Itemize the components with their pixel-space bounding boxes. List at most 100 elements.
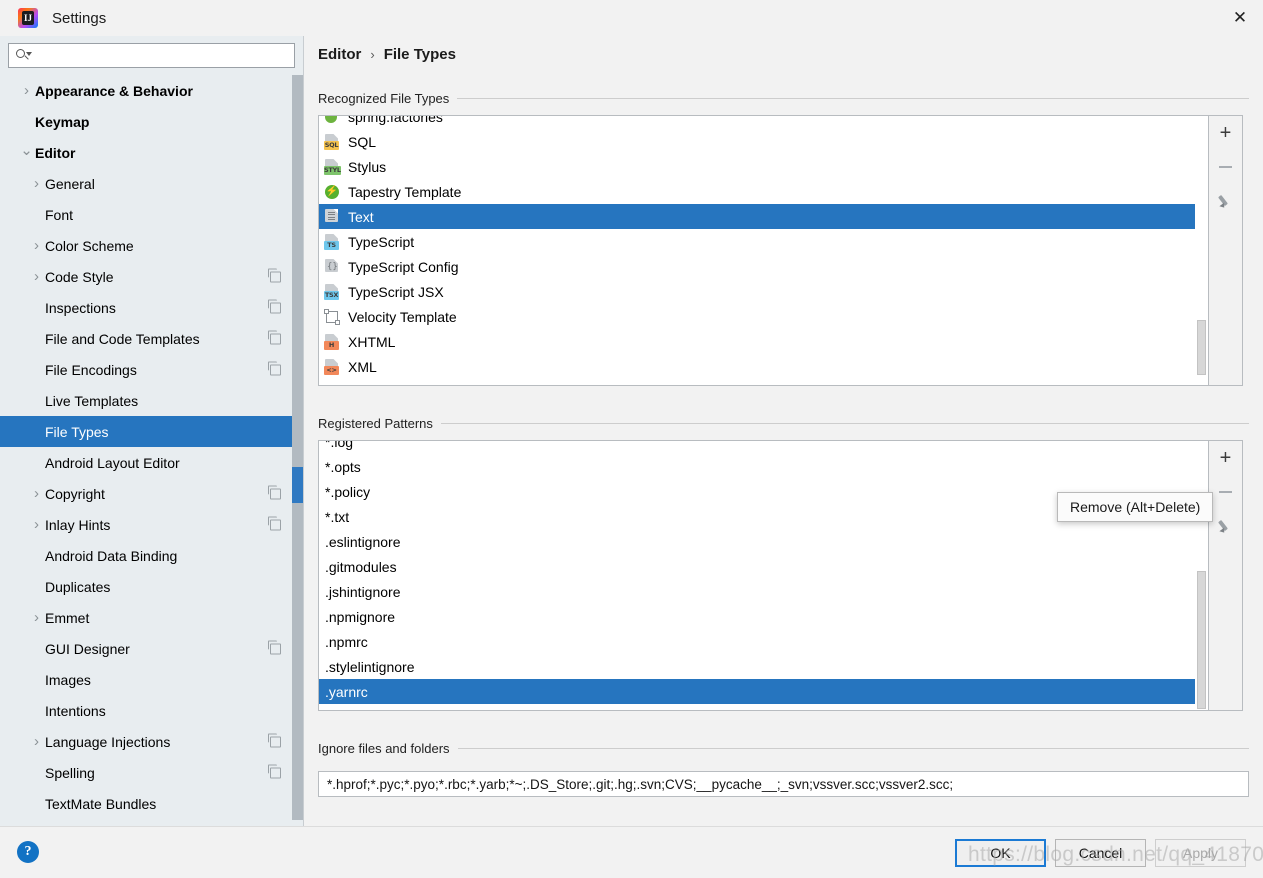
recognized-add-button[interactable]: + [1209, 116, 1242, 150]
recognized-scrollbar-track[interactable] [1195, 116, 1208, 385]
copy-settings-icon[interactable] [267, 361, 281, 375]
sidebar-scrollbar-thumb-lower[interactable] [292, 503, 303, 820]
sidebar-item-android-data-binding[interactable]: Android Data Binding [0, 540, 303, 571]
sidebar-item-keymap[interactable]: Keymap [0, 106, 303, 137]
search-box[interactable] [8, 43, 295, 68]
copy-settings-icon[interactable] [267, 516, 281, 530]
chevron-right-icon[interactable]: › [28, 268, 45, 285]
chevron-right-icon[interactable]: › [28, 609, 45, 626]
pattern-row[interactable]: .npmrc [319, 629, 1208, 654]
ignore-files-input[interactable] [327, 776, 1240, 792]
sidebar-item-label: File Types [45, 423, 109, 440]
sidebar-item-code-style[interactable]: › Code Style [0, 261, 303, 292]
copy-settings-icon[interactable] [267, 485, 281, 499]
file-type-row[interactable]: ⚡ Tapestry Template [319, 179, 1208, 204]
ok-button[interactable]: OK [955, 839, 1046, 867]
copy-settings-icon[interactable] [267, 299, 281, 313]
close-icon[interactable]: ✕ [1217, 0, 1263, 36]
sidebar-item-font[interactable]: Font [0, 199, 303, 230]
file-type-row[interactable]: Text [319, 204, 1208, 229]
chevron-right-icon[interactable]: › [28, 237, 45, 254]
registered-patterns-label: Registered Patterns [318, 416, 441, 431]
sidebar-item-language-injections[interactable]: › Language Injections [0, 726, 303, 757]
cancel-button[interactable]: Cancel [1055, 839, 1146, 867]
search-input[interactable] [29, 45, 294, 66]
ignore-files-field[interactable] [318, 771, 1249, 797]
chevron-down-icon[interactable]: ⌄ [18, 141, 35, 159]
pattern-row[interactable]: *.log [319, 441, 1208, 454]
breadcrumb-parent[interactable]: Editor [318, 46, 361, 63]
file-type-label: Tapestry Template [348, 183, 462, 200]
recognized-toolbar: + [1209, 115, 1243, 386]
file-type-label: Text [348, 208, 374, 225]
pattern-label: *.opts [325, 458, 361, 475]
pattern-row[interactable]: .npmignore [319, 604, 1208, 629]
file-type-row[interactable]: TS TypeScript [319, 229, 1208, 254]
file-type-row[interactable]: {} TypeScript Config [319, 254, 1208, 279]
sidebar-item-appearance-behavior[interactable]: › Appearance & Behavior [0, 75, 303, 106]
chevron-right-icon[interactable]: › [28, 516, 45, 533]
pattern-row[interactable]: *.opts [319, 454, 1208, 479]
file-type-row[interactable]: ★ spring.factories [319, 115, 1208, 129]
file-type-row[interactable]: STYL Stylus [319, 154, 1208, 179]
copy-settings-icon[interactable] [267, 268, 281, 282]
copy-settings-icon[interactable] [267, 640, 281, 654]
file-type-row[interactable]: Velocity Template [319, 304, 1208, 329]
recognized-file-types-list[interactable]: ★ spring.factories SQL SQL STYL Stylus ⚡ Tapest… [318, 115, 1209, 386]
patterns-scrollbar-thumb[interactable] [1197, 571, 1206, 709]
sidebar-item-inspections[interactable]: Inspections [0, 292, 303, 323]
apply-button[interactable]: Apply [1155, 839, 1246, 867]
pencil-icon [1217, 518, 1234, 535]
file-type-label: XML [348, 358, 377, 375]
sidebar-item-images[interactable]: Images [0, 664, 303, 695]
copy-settings-icon[interactable] [267, 764, 281, 778]
pattern-row[interactable]: .eslintignore [319, 529, 1208, 554]
sidebar-item-duplicates[interactable]: Duplicates [0, 571, 303, 602]
file-type-row[interactable]: <> XML [319, 354, 1208, 379]
sidebar-item-label: Appearance & Behavior [35, 82, 193, 99]
sidebar-item-emmet[interactable]: › Emmet [0, 602, 303, 633]
sidebar-item-live-templates[interactable]: Live Templates [0, 385, 303, 416]
chevron-right-icon[interactable]: › [28, 733, 45, 750]
sidebar-scrollbar-thumb[interactable] [292, 75, 303, 467]
sidebar-item-android-layout-editor[interactable]: Android Layout Editor [0, 447, 303, 478]
recognized-edit-button[interactable] [1209, 184, 1242, 218]
sidebar-item-inlay-hints[interactable]: › Inlay Hints [0, 509, 303, 540]
sidebar-item-file-types[interactable]: File Types [0, 416, 303, 447]
recognized-scrollbar-thumb[interactable] [1197, 320, 1206, 375]
sidebar-item-copyright[interactable]: › Copyright [0, 478, 303, 509]
recognized-remove-button[interactable] [1209, 150, 1242, 184]
sidebar-item-spelling[interactable]: Spelling [0, 757, 303, 788]
sidebar-item-color-scheme[interactable]: › Color Scheme [0, 230, 303, 261]
patterns-add-button[interactable]: + [1209, 441, 1242, 475]
pattern-row[interactable]: .yarnrc [319, 679, 1208, 704]
pattern-row[interactable]: .jshintignore [319, 579, 1208, 604]
sidebar-item-file-and-code-templates[interactable]: File and Code Templates [0, 323, 303, 354]
sidebar-item-intentions[interactable]: Intentions [0, 695, 303, 726]
sidebar-item-label: Inspections [45, 299, 116, 316]
sidebar-item-general[interactable]: › General [0, 168, 303, 199]
patterns-remove-button[interactable] [1209, 475, 1242, 509]
sidebar-item-editor[interactable]: ⌄ Editor [0, 137, 303, 168]
copy-settings-icon[interactable] [267, 733, 281, 747]
patterns-scrollbar-track[interactable] [1195, 441, 1208, 710]
sidebar-item-label: Language Injections [45, 733, 171, 750]
pattern-row[interactable]: .stylelintignore [319, 654, 1208, 679]
chevron-right-icon[interactable]: › [28, 485, 45, 502]
registered-patterns-list[interactable]: *.log *.opts *.policy *.txt .eslintignore .gi… [318, 440, 1209, 711]
patterns-edit-button[interactable] [1209, 509, 1242, 543]
sidebar-item-textmate-bundles[interactable]: TextMate Bundles [0, 788, 303, 819]
copy-settings-icon[interactable] [267, 330, 281, 344]
sidebar-item-gui-designer[interactable]: GUI Designer [0, 633, 303, 664]
file-type-label: spring.factories [348, 115, 443, 125]
chevron-right-icon[interactable]: › [28, 175, 45, 192]
file-type-row[interactable]: TSX TypeScript JSX [319, 279, 1208, 304]
file-type-row[interactable]: H XHTML [319, 329, 1208, 354]
help-button[interactable]: ? [17, 841, 39, 863]
pattern-label: .npmrc [325, 633, 368, 650]
file-type-row[interactable]: SQL SQL [319, 129, 1208, 154]
pattern-row[interactable]: .gitmodules [319, 554, 1208, 579]
chevron-right-icon[interactable]: › [18, 82, 35, 99]
sidebar-scrollbar-track[interactable] [292, 75, 303, 820]
sidebar-item-file-encodings[interactable]: File Encodings [0, 354, 303, 385]
